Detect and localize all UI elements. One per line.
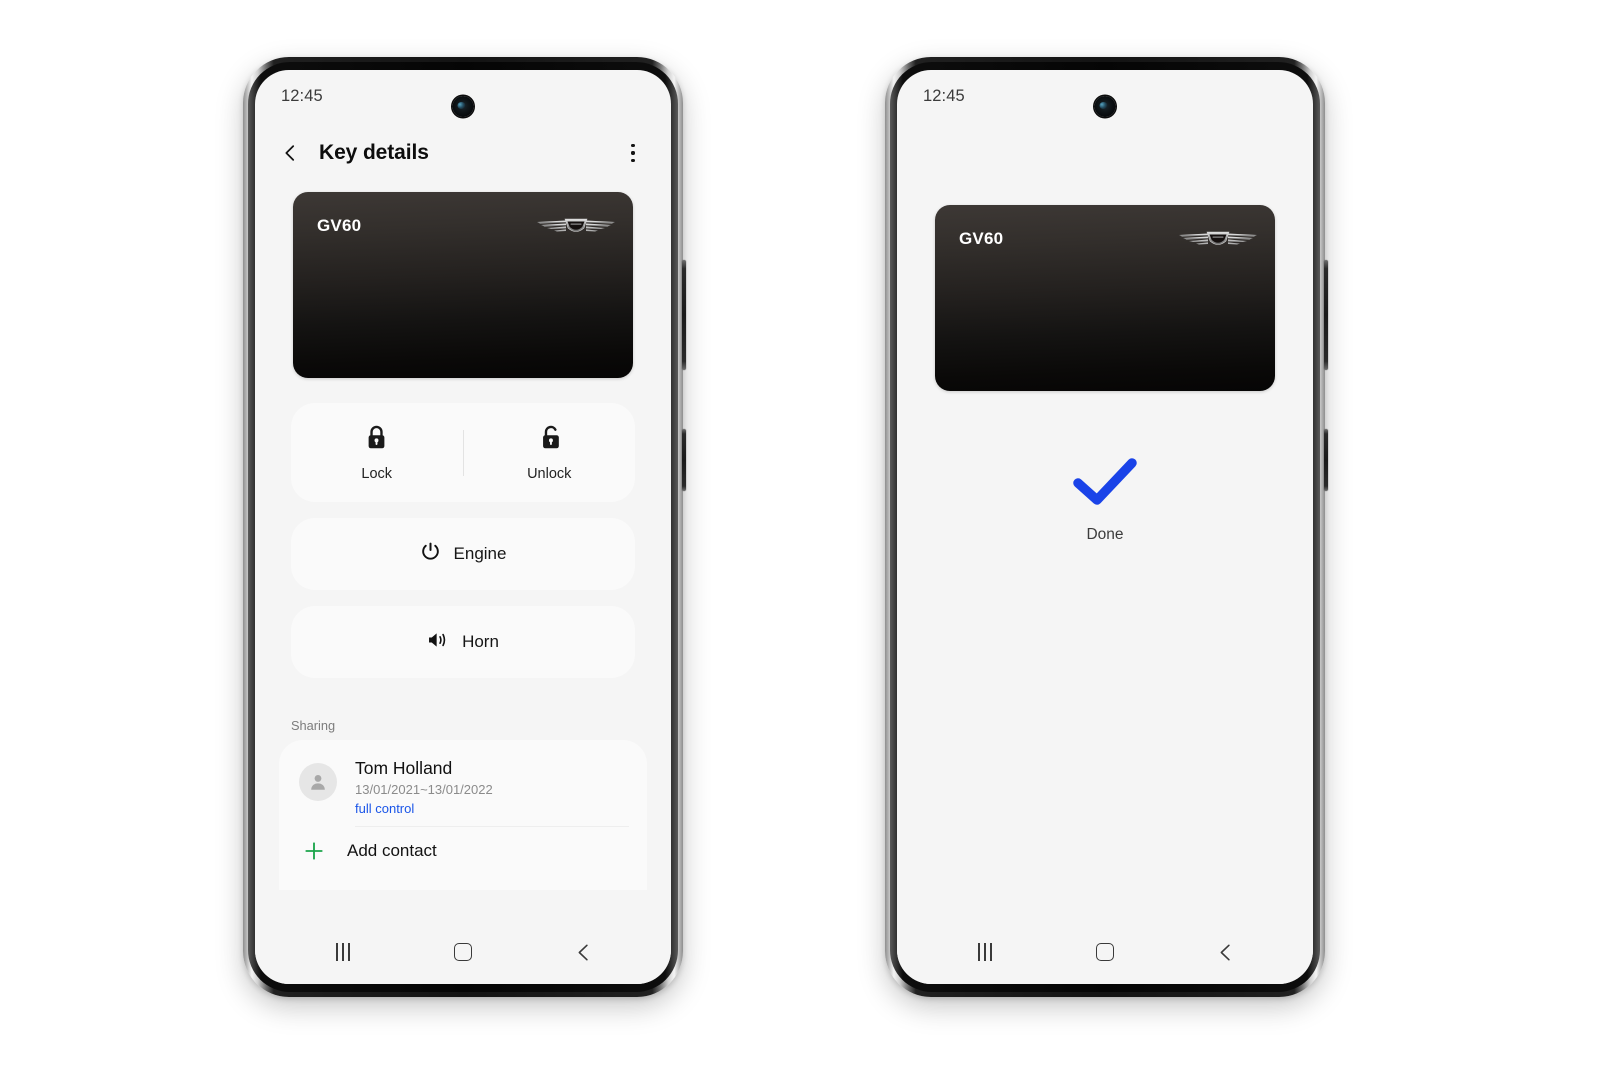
car-key-card-right[interactable]: GV60	[935, 205, 1275, 391]
contact-permission-link[interactable]: full control	[355, 801, 629, 818]
home-icon[interactable]	[1076, 930, 1134, 974]
add-contact-label: Add contact	[347, 840, 437, 860]
back-icon[interactable]	[554, 930, 612, 974]
volume-button-left[interactable]	[682, 260, 686, 370]
volume-button-right[interactable]	[1324, 260, 1328, 370]
contact-info: Tom Holland 13/01/2021~13/01/2022 full c…	[355, 758, 629, 827]
lock-label: Lock	[361, 465, 393, 482]
phone-screen-right: 12:45 GV60 Done	[897, 70, 1313, 984]
lock-closed-icon	[364, 424, 389, 457]
home-icon[interactable]	[434, 930, 492, 974]
engine-label: Engine	[453, 544, 507, 563]
phone-device-left: 12:45 Key details GV60 Lock Unlock Engin…	[243, 57, 686, 997]
car-model-label-right: GV60	[959, 229, 1004, 248]
page-title: Key details	[319, 141, 429, 164]
phone-device-right: 12:45 GV60 Done	[885, 57, 1328, 997]
power-button-right[interactable]	[1324, 429, 1328, 491]
speaker-sound-icon	[427, 630, 449, 655]
car-card-container: GV60	[255, 184, 671, 378]
lock-unlock-card: Lock Unlock	[291, 403, 635, 502]
checkmark-icon	[1072, 457, 1138, 512]
front-camera-icon	[452, 96, 474, 117]
system-nav-bar-left	[255, 920, 671, 984]
genesis-wings-logo	[536, 211, 616, 237]
done-result-block: Done	[897, 457, 1313, 544]
unlock-button[interactable]: Unlock	[464, 424, 636, 482]
more-vertical-icon[interactable]	[621, 140, 645, 166]
genesis-wings-logo	[1178, 224, 1258, 250]
lock-button[interactable]: Lock	[291, 424, 463, 482]
contact-row[interactable]: Tom Holland 13/01/2021~13/01/2022 full c…	[279, 748, 647, 827]
front-camera-icon	[1094, 96, 1116, 117]
car-key-card-left[interactable]: GV60	[293, 192, 633, 378]
status-time-right: 12:45	[923, 86, 965, 105]
recents-icon[interactable]	[956, 930, 1014, 974]
chevron-left-icon[interactable]	[277, 140, 303, 166]
app-bar: Key details	[255, 122, 671, 184]
lock-open-icon	[537, 424, 562, 457]
contact-name: Tom Holland	[355, 758, 453, 778]
phone-screen-left: 12:45 Key details GV60 Lock Unlock Engin…	[255, 70, 671, 984]
power-icon	[420, 541, 441, 567]
engine-button[interactable]: Engine	[291, 518, 635, 590]
done-label: Done	[1086, 526, 1124, 543]
sharing-card: Tom Holland 13/01/2021~13/01/2022 full c…	[279, 740, 647, 890]
controls-section: Lock Unlock Engine Horn	[255, 403, 671, 678]
status-bar-right: 12:45	[897, 70, 1313, 122]
system-nav-bar-right	[897, 920, 1313, 984]
plus-icon	[299, 840, 329, 862]
status-bar-left: 12:45	[255, 70, 671, 122]
horn-label: Horn	[462, 632, 499, 651]
unlock-label: Unlock	[527, 465, 572, 482]
power-button-left[interactable]	[682, 429, 686, 491]
back-icon[interactable]	[1196, 930, 1254, 974]
car-model-label: GV60	[317, 216, 362, 235]
person-avatar-icon	[299, 763, 337, 801]
recents-icon[interactable]	[314, 930, 372, 974]
status-time-left: 12:45	[281, 86, 323, 105]
car-card-container-right: GV60	[897, 122, 1313, 391]
screenshot-canvas: 12:45 Key details GV60 Lock Unlock Engin…	[0, 0, 1600, 1080]
sharing-section-title: Sharing	[291, 718, 336, 733]
contact-date-range: 13/01/2021~13/01/2022	[355, 781, 493, 797]
add-contact-button[interactable]: Add contact	[279, 827, 647, 876]
horn-button[interactable]: Horn	[291, 606, 635, 678]
